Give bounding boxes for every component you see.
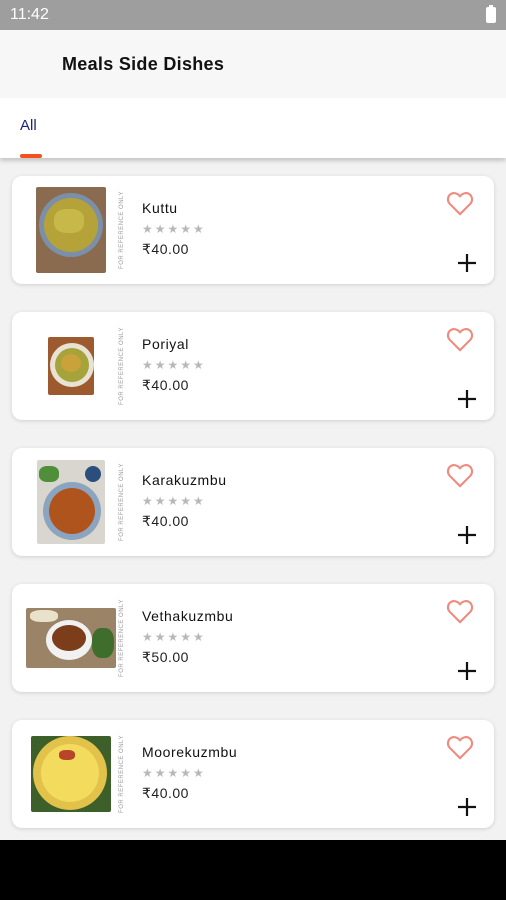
dish-price: ₹50.00 [142, 649, 189, 665]
dish-image [26, 184, 116, 276]
dish-card-vethakuzmbu[interactable]: FOR REFERENCE ONLY Vethakuzmbu ★★★★★ ₹50… [12, 584, 494, 692]
dish-name: Moorekuzmbu [142, 744, 238, 760]
dish-price: ₹40.00 [142, 241, 189, 257]
rating-stars: ★★★★★ [142, 358, 206, 372]
reference-label: FOR REFERENCE ONLY [119, 463, 125, 541]
rating-stars: ★★★★★ [142, 630, 206, 644]
reference-label: FOR REFERENCE ONLY [119, 599, 125, 677]
plus-icon[interactable] [456, 524, 478, 546]
plus-icon[interactable] [456, 388, 478, 410]
dish-price: ₹40.00 [142, 377, 189, 393]
dish-price: ₹40.00 [142, 513, 189, 529]
dish-card-karakuzmbu[interactable]: FOR REFERENCE ONLY Karakuzmbu ★★★★★ ₹40.… [12, 448, 494, 556]
dish-card-kuttu[interactable]: FOR REFERENCE ONLY Kuttu ★★★★★ ₹40.00 [12, 176, 494, 284]
back-button[interactable] [14, 48, 48, 82]
dish-name: Vethakuzmbu [142, 608, 234, 624]
reference-label: FOR REFERENCE ONLY [119, 735, 125, 813]
reference-label: FOR REFERENCE ONLY [119, 327, 125, 405]
dish-name: Poriyal [142, 336, 189, 352]
status-bar: 11:42 [0, 0, 506, 30]
page-title: Meals Side Dishes [62, 54, 225, 74]
heart-outline-icon[interactable] [446, 462, 474, 488]
plus-icon[interactable] [456, 252, 478, 274]
plus-icon[interactable] [456, 796, 478, 818]
dish-image [26, 728, 116, 820]
tab-all-label: All [20, 117, 37, 134]
battery-icon [486, 5, 496, 23]
heart-outline-icon[interactable] [446, 326, 474, 352]
reference-label: FOR REFERENCE ONLY [119, 191, 125, 269]
dish-card-poriyal[interactable]: FOR REFERENCE ONLY Poriyal ★★★★★ ₹40.00 [12, 312, 494, 420]
dish-image [26, 456, 116, 548]
rating-stars: ★★★★★ [142, 766, 206, 780]
dish-card-moorekuzmbu[interactable]: FOR REFERENCE ONLY Moorekuzmbu ★★★★★ ₹40… [12, 720, 494, 828]
plus-icon[interactable] [456, 660, 478, 682]
dish-price: ₹40.00 [142, 785, 189, 801]
heart-outline-icon[interactable] [446, 598, 474, 624]
dish-list[interactable]: FOR REFERENCE ONLY Kuttu ★★★★★ ₹40.00 FO… [0, 158, 506, 840]
dish-name: Karakuzmbu [142, 472, 227, 488]
tab-all[interactable]: All [8, 98, 54, 158]
app-bar: Meals Side Dishes [0, 30, 506, 98]
system-navigation-bar [0, 840, 506, 900]
rating-stars: ★★★★★ [142, 494, 206, 508]
dish-name: Kuttu [142, 200, 178, 216]
tab-bar: All [0, 98, 506, 158]
dish-image [24, 592, 118, 684]
status-time: 11:42 [10, 6, 49, 23]
heart-outline-icon[interactable] [446, 190, 474, 216]
rating-stars: ★★★★★ [142, 222, 206, 236]
heart-outline-icon[interactable] [446, 734, 474, 760]
dish-image [26, 320, 116, 412]
